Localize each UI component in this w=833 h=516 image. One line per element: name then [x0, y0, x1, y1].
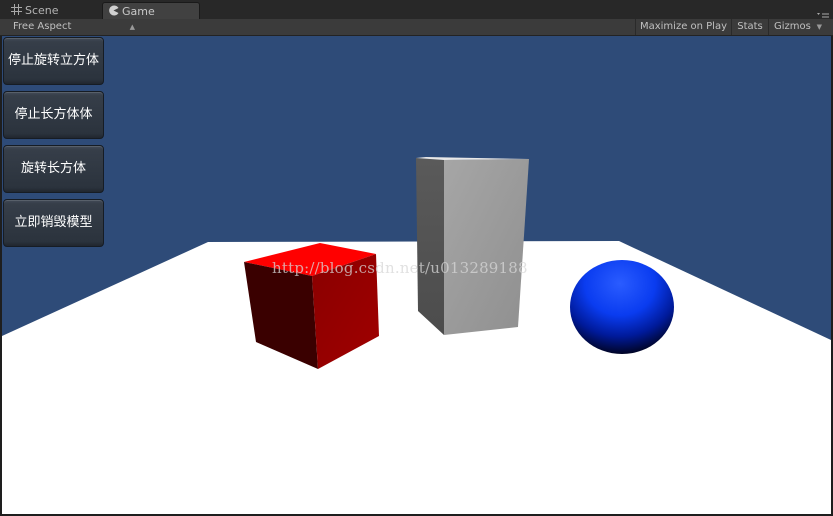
grid-icon	[11, 4, 22, 15]
dropdown-arrows-icon: ▲	[129, 23, 135, 31]
stats-button[interactable]: Stats	[731, 19, 768, 35]
game-viewport[interactable]: 停止旋转立方体 停止长方体体 旋转长方体 立即销毁模型 http://blog.…	[2, 36, 831, 514]
destroy-model-button[interactable]: 立即销毁模型	[3, 199, 104, 247]
gizmos-dropdown[interactable]: Gizmos ▼	[768, 19, 828, 35]
gray-box	[416, 157, 529, 335]
tab-game[interactable]: Game	[102, 2, 200, 19]
aspect-dropdown[interactable]: Free Aspect ▲	[3, 20, 139, 34]
ground-plane	[2, 241, 831, 514]
tab-scene[interactable]: Scene	[6, 2, 96, 19]
aspect-label: Free Aspect	[13, 21, 72, 32]
rotate-box-button[interactable]: 旋转长方体	[3, 145, 104, 193]
watermark-text: http://blog.csdn.net/u013289188	[272, 259, 528, 277]
pacman-icon	[108, 5, 119, 16]
maximize-on-play-button[interactable]: Maximize on Play	[635, 19, 731, 35]
tab-bar: Scene Game	[0, 0, 833, 21]
stop-rotate-cube-button[interactable]: 停止旋转立方体	[3, 37, 104, 85]
tab-game-label: Game	[122, 5, 155, 18]
game-toolbar: Free Aspect ▲ Maximize on Play Stats Giz…	[0, 19, 833, 36]
gizmos-label: Gizmos	[774, 21, 811, 32]
stop-box-button[interactable]: 停止长方体体	[3, 91, 104, 139]
panel-menu-icon[interactable]	[817, 6, 829, 21]
blue-sphere	[570, 260, 674, 354]
tab-scene-label: Scene	[25, 4, 59, 17]
chevron-down-icon: ▼	[816, 23, 822, 31]
